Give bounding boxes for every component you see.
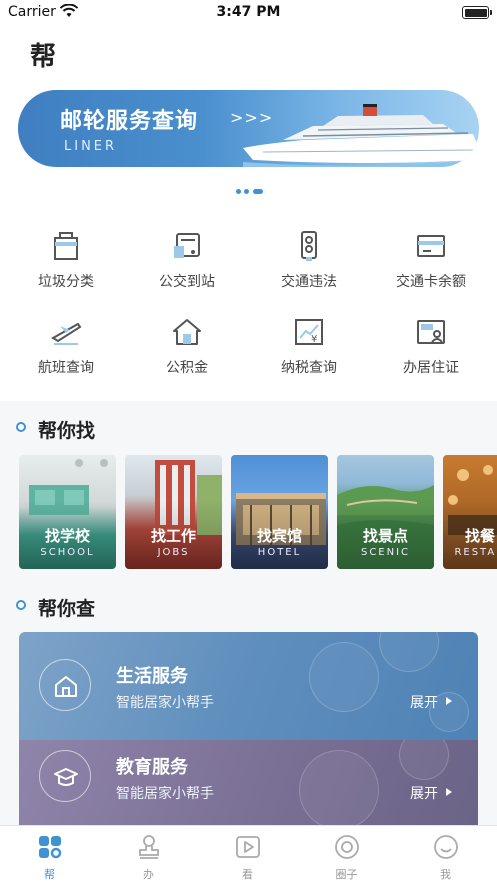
circle-icon	[335, 835, 359, 859]
service-label: 公积金	[166, 360, 208, 376]
chevron-right-icon[interactable]	[446, 697, 452, 705]
find-cards-row[interactable]: 找学校 SCHOOL 找工作 JOBS 找宾馆 HOTEL 找景点 SCENIC…	[19, 455, 497, 569]
grid-apps-icon	[39, 836, 62, 859]
service-title: 生活服务	[116, 666, 188, 687]
expand-button[interactable]: 展开	[410, 783, 438, 803]
traffic-light-icon	[301, 231, 317, 261]
service-flight-query[interactable]: 航班查询	[4, 311, 128, 381]
tab-label: 看	[242, 868, 253, 881]
tab-bar: 帮 办 看 圈子 我	[0, 825, 497, 883]
service-title: 教育服务	[116, 757, 188, 778]
section-title: 帮你查	[38, 598, 96, 620]
service-label: 垃圾分类	[38, 274, 94, 290]
play-icon	[236, 836, 260, 858]
cruise-ship-image	[243, 104, 479, 167]
section-dot	[16, 600, 26, 610]
service-icon-circle	[39, 659, 91, 711]
find-card-subtitle: SCENIC	[360, 547, 411, 558]
service-label: 办居住证	[403, 360, 459, 376]
find-card-title: 找学校	[44, 527, 90, 545]
service-subtitle: 智能居家小帮手	[116, 786, 214, 802]
find-card-title: 找餐	[464, 527, 495, 545]
service-bus-arrival[interactable]: 公交到站	[125, 225, 249, 295]
decor-bubble	[399, 740, 449, 780]
tab-label: 帮	[44, 868, 55, 881]
expand-button[interactable]: 展开	[410, 692, 438, 712]
find-card-subtitle: HOTEL	[257, 547, 302, 558]
decor-bubble	[299, 750, 379, 826]
section-title: 帮你找	[38, 420, 96, 442]
tab-watch[interactable]: 看	[198, 826, 297, 883]
service-label: 公交到站	[159, 274, 215, 290]
decor-bubble	[379, 632, 439, 672]
find-card-restaurant[interactable]: 找餐 RESTAU	[443, 455, 497, 569]
graduation-cap-icon	[54, 768, 78, 786]
smile-icon	[434, 835, 458, 859]
find-card-title: 找工作	[150, 527, 196, 545]
liner-banner[interactable]: 邮轮服务查询 >>> LINER	[18, 90, 479, 167]
carousel-indicator[interactable]	[236, 189, 266, 195]
service-transit-card-balance[interactable]: 交通卡余额	[369, 225, 493, 295]
service-subtitle: 智能居家小帮手	[116, 695, 214, 711]
service-label: 交通卡余额	[396, 274, 466, 290]
find-card-subtitle: RESTAU	[454, 547, 497, 558]
service-card-education[interactable]: 教育服务 智能居家小帮手 展开	[19, 740, 478, 826]
airplane-icon	[51, 322, 82, 345]
tab-handle[interactable]: 办	[99, 826, 198, 883]
service-housing-fund[interactable]: 公积金	[125, 311, 249, 381]
banner-title: 邮轮服务查询	[60, 109, 199, 134]
banner-subtitle: LINER	[64, 139, 118, 154]
find-card-scenic[interactable]: 找景点 SCENIC	[337, 455, 434, 569]
find-card-subtitle: SCHOOL	[40, 547, 95, 558]
service-trash-sorting[interactable]: 垃圾分类	[4, 225, 128, 295]
carousel-dot[interactable]	[244, 189, 249, 194]
id-card-icon	[417, 320, 445, 344]
tab-label: 办	[143, 868, 154, 881]
tab-help[interactable]: 帮	[0, 826, 99, 883]
service-tax-query[interactable]: ¥ 纳税查询	[247, 311, 371, 381]
service-label: 交通违法	[281, 274, 337, 290]
trash-bin-icon	[54, 232, 78, 260]
section-dot	[16, 422, 26, 432]
status-bar: Carrier 3:47 PM	[0, 0, 497, 26]
service-card-life[interactable]: 生活服务 智能居家小帮手 展开	[19, 632, 478, 740]
find-card-hotel[interactable]: 找宾馆 HOTEL	[231, 455, 328, 569]
find-card-subtitle: JOBS	[157, 547, 190, 558]
tab-label: 我	[440, 868, 451, 881]
status-time: 3:47 PM	[216, 4, 281, 20]
service-label: 纳税查询	[281, 360, 337, 376]
card-icon	[417, 235, 445, 257]
home-icon	[55, 676, 77, 697]
carousel-dot-active[interactable]	[253, 189, 263, 194]
find-card-title: 找景点	[362, 527, 408, 545]
page-title: 帮	[30, 42, 57, 72]
svg-text:¥: ¥	[311, 334, 317, 345]
chevron-right-icon[interactable]	[446, 788, 452, 796]
tab-label: 圈子	[335, 868, 358, 881]
service-label: 航班查询	[38, 360, 94, 376]
service-residence-permit[interactable]: 办居住证	[369, 311, 493, 381]
decor-bubble	[309, 642, 379, 712]
service-traffic-violation[interactable]: 交通违法	[247, 225, 371, 295]
find-card-title: 找宾馆	[256, 527, 302, 545]
service-icon-circle	[39, 750, 91, 802]
tax-chart-icon: ¥	[295, 319, 323, 345]
tab-me[interactable]: 我	[396, 826, 495, 883]
house-icon	[173, 319, 201, 345]
tab-circle[interactable]: 圈子	[297, 826, 396, 883]
battery-icon	[462, 6, 492, 19]
bus-icon	[174, 233, 200, 258]
find-card-school[interactable]: 找学校 SCHOOL	[19, 455, 116, 569]
stamp-icon	[139, 835, 159, 859]
banner-arrows: >>>	[230, 108, 274, 127]
carousel-dot[interactable]	[236, 189, 241, 194]
find-card-jobs[interactable]: 找工作 JOBS	[125, 455, 222, 569]
